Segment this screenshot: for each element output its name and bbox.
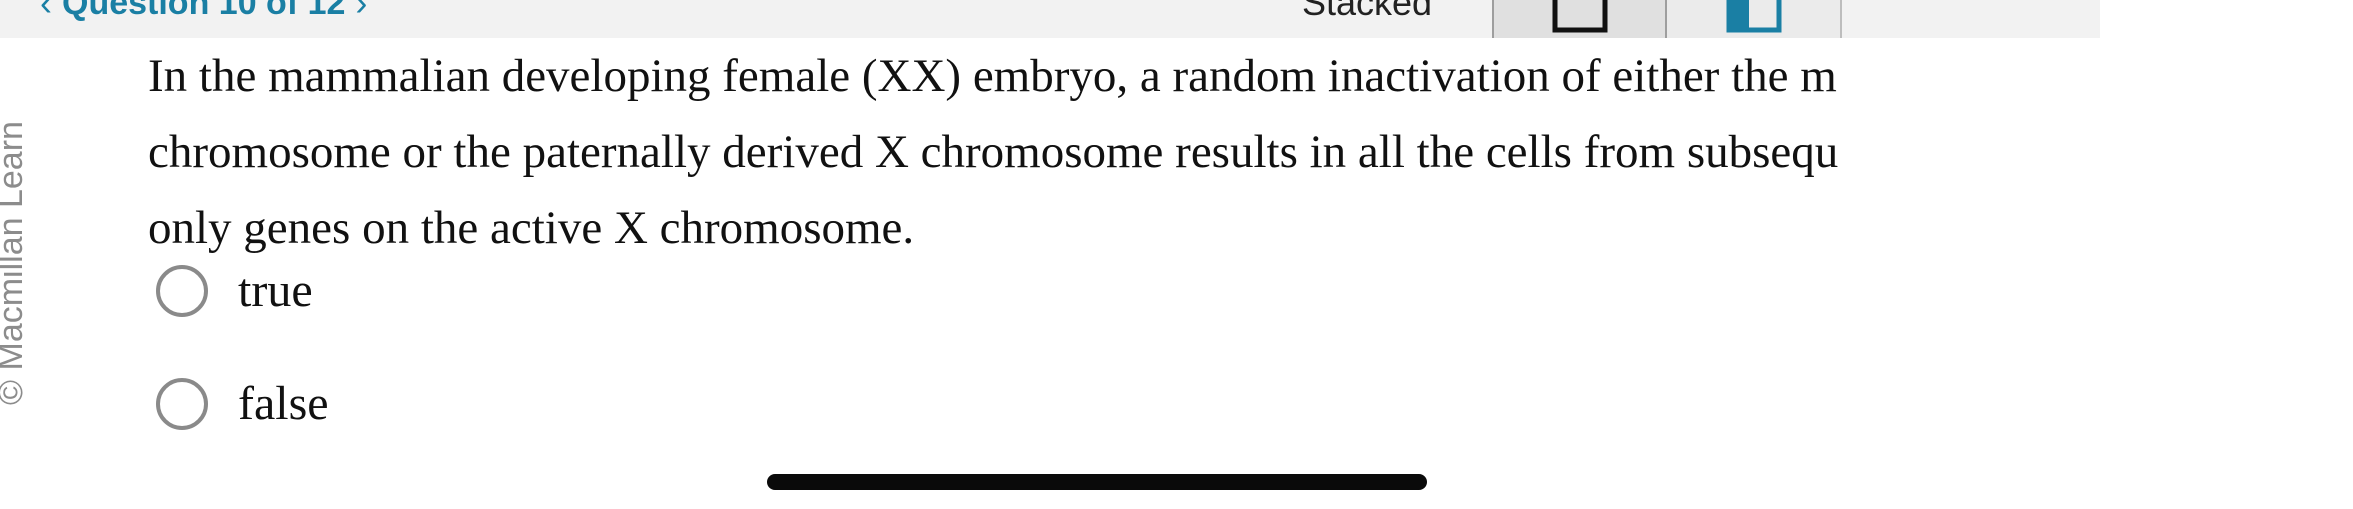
question-counter: Question 10 of 12: [62, 0, 346, 22]
prev-question-chevron-icon[interactable]: ‹: [40, 0, 52, 24]
home-indicator[interactable]: [767, 474, 1427, 490]
question-prompt: In the mammalian developing female (XX) …: [148, 38, 2100, 266]
split-view-button[interactable]: [1667, 0, 1842, 38]
next-question-chevron-icon[interactable]: ›: [355, 0, 367, 24]
question-line: only genes on the active X chromosome.: [148, 202, 915, 254]
view-mode-label: Stacked: [1302, 0, 1433, 23]
answer-option-label: true: [238, 264, 313, 317]
radio-button-icon[interactable]: [156, 378, 208, 430]
answer-option-false[interactable]: false: [156, 378, 329, 430]
copyright-credit: © Macmillan Learn: [0, 121, 30, 405]
question-line: In the mammalian developing female (XX) …: [148, 50, 1837, 102]
square-outline-icon: [1552, 0, 1607, 33]
answer-option-label: false: [238, 377, 329, 430]
stacked-view-button[interactable]: [1492, 0, 1667, 38]
question-line: chromosome or the paternally derived X c…: [148, 126, 1839, 178]
question-header-bar: ‹ Question 10 of 12 › Stacked: [0, 0, 2100, 38]
split-panel-icon: [1726, 0, 1781, 33]
answer-option-true[interactable]: true: [156, 265, 313, 317]
radio-button-icon[interactable]: [156, 265, 208, 317]
question-navigator: ‹ Question 10 of 12 ›: [40, 0, 367, 24]
view-mode-toggle: [1492, 0, 1842, 38]
